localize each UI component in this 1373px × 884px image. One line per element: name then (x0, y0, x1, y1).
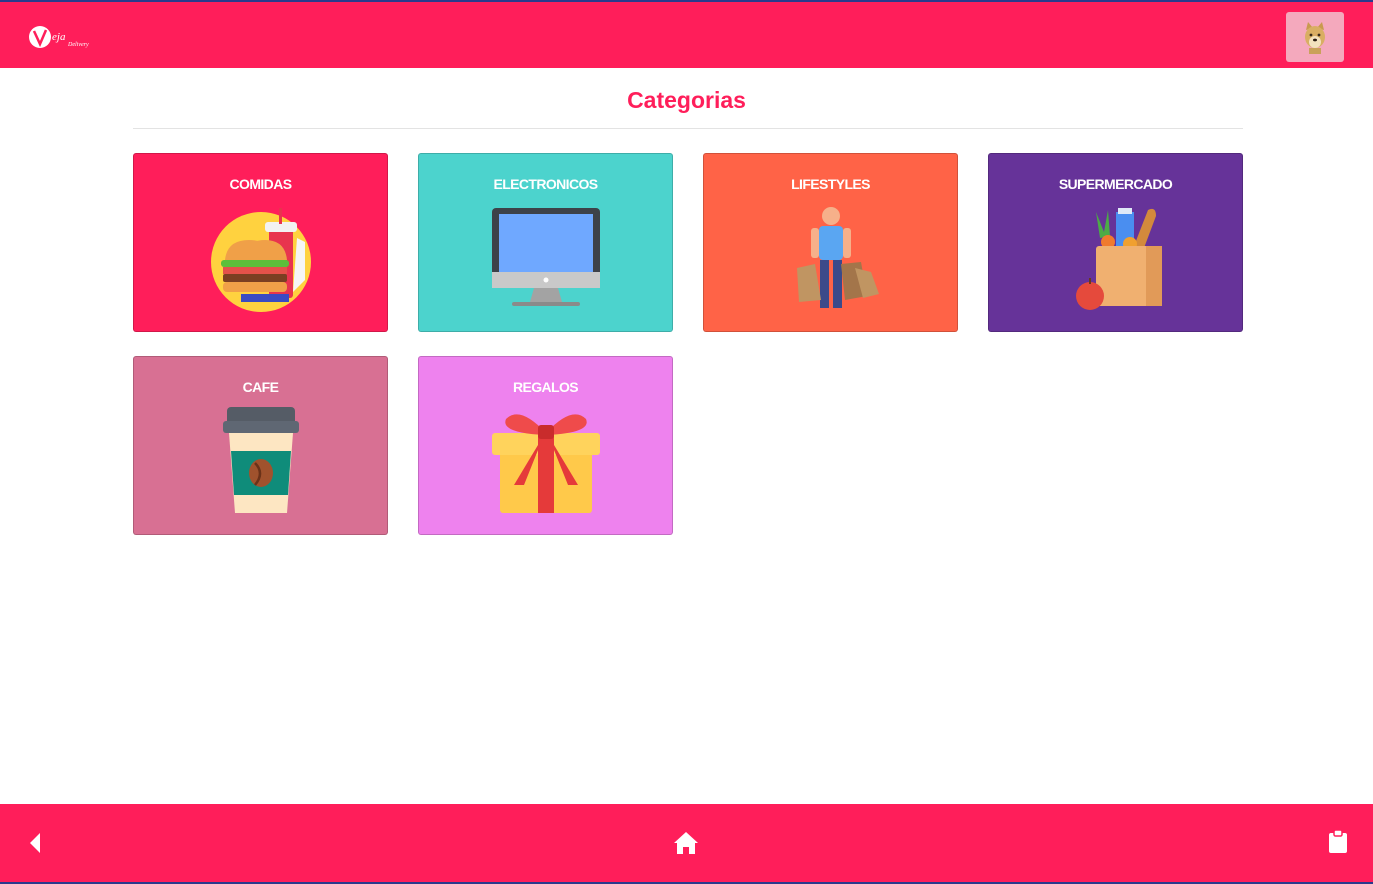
category-label: COMIDAS (229, 176, 293, 192)
monitor-icon (490, 202, 602, 314)
category-label: CAFE (242, 379, 279, 395)
back-arrow-icon[interactable] (28, 832, 44, 854)
coffee-cup-icon (205, 405, 317, 517)
title-divider (133, 128, 1243, 129)
clipboard-icon[interactable] (1327, 830, 1349, 854)
page-title: Categorias (627, 87, 746, 113)
shopper-icon (775, 202, 887, 314)
gift-box-icon (490, 405, 602, 517)
doge-avatar-icon (1305, 22, 1325, 54)
user-avatar[interactable] (1286, 12, 1344, 62)
category-card-cafe[interactable]: CAFE (133, 356, 388, 535)
category-card-regalos[interactable]: REGALOS (418, 356, 673, 535)
svg-text:eja: eja (52, 31, 66, 43)
app-logo[interactable]: eja Delivery (28, 22, 98, 52)
category-card-supermercado[interactable]: SUPERMERCADO (988, 153, 1243, 332)
category-card-electronicos[interactable]: ELECTRONICOS (418, 153, 673, 332)
category-label: SUPERMERCADO (1058, 176, 1173, 192)
category-label: LIFESTYLES (791, 176, 870, 192)
grocery-bag-icon (1060, 202, 1172, 314)
home-icon[interactable] (673, 831, 699, 855)
burger-combo-icon (205, 202, 317, 314)
top-bar: eja Delivery (0, 0, 1373, 68)
category-card-lifestyles[interactable]: LIFESTYLES (703, 153, 958, 332)
svg-text:Delivery: Delivery (67, 42, 89, 48)
category-label: REGALOS (512, 379, 579, 395)
bottom-nav-bar (0, 804, 1373, 884)
category-label: ELECTRONICOS (493, 176, 598, 192)
category-card-comidas[interactable]: COMIDAS (133, 153, 388, 332)
category-grid: COMIDAS ELECTRONICOS LIFESTYLES SUPERMER… (133, 153, 1243, 535)
